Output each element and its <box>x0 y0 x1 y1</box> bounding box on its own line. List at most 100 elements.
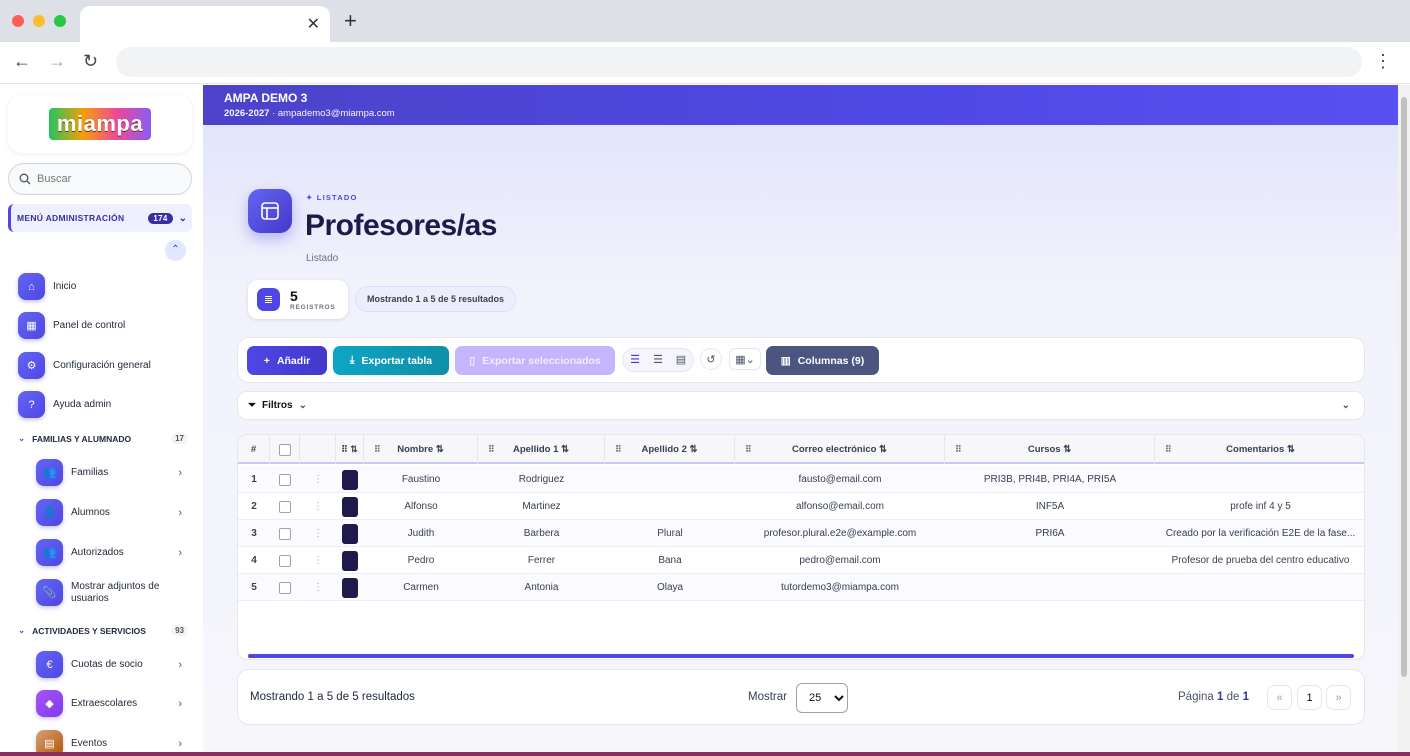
select-all-checkbox[interactable] <box>278 443 291 456</box>
table-row[interactable]: 4 Pedro Ferrer Bana pedro@email.com Profesor … <box>238 547 1364 574</box>
table-row[interactable]: 1 Faustino Rodriguez fausto@email.com PRI3B,… <box>238 466 1364 493</box>
col-header-apellido2[interactable]: ⠿ Apellido 2 ⇅ <box>605 435 735 464</box>
admin-menu-toggle[interactable]: MENÚ ADMINISTRACIÓN 174 ⌄ <box>8 204 192 232</box>
cell-email: profesor.plural.e2e@example.com <box>763 528 917 539</box>
density-normal-icon[interactable]: ☰ <box>647 348 669 370</box>
row-checkbox[interactable] <box>279 473 291 486</box>
col-header-select[interactable] <box>270 435 300 464</box>
sidebar-item-familias[interactable]: 👥 Familias › <box>36 459 186 486</box>
page-size-select[interactable]: 25 <box>796 683 848 713</box>
columns-button[interactable]: ▥ Columnas (9) <box>766 346 879 375</box>
add-button[interactable]: + Añadir <box>247 346 327 375</box>
browser-menu-icon[interactable]: ⋮ <box>1374 51 1392 72</box>
col-header-cursos[interactable]: ⠿ Cursos ⇅ <box>945 435 1155 464</box>
sidebar-item-help[interactable]: ? Ayuda admin <box>18 391 111 418</box>
section-count: 93 <box>171 625 188 636</box>
search-box[interactable] <box>8 163 192 195</box>
minimize-window-dot[interactable] <box>33 15 45 27</box>
main-content: AMPA DEMO 3 2026-2027 · ampademo3@miampa… <box>203 85 1398 752</box>
sidebar-item-eventos[interactable]: ▤ Eventos › <box>36 730 186 752</box>
row-select[interactable] <box>270 547 300 574</box>
avatar <box>342 577 358 598</box>
browser-tab[interactable]: ✕ <box>80 6 330 42</box>
page-indicator: Página 1 de 1 <box>1178 691 1249 703</box>
address-bar[interactable] <box>116 47 1362 77</box>
export-selected-button[interactable]: ▯ Exportar seleccionados <box>455 346 615 375</box>
reload-icon[interactable]: ↻ <box>83 51 98 71</box>
filters-bar[interactable]: ⏷ Filtros ⌄ ⌄ <box>237 391 1365 420</box>
page-1-button[interactable]: 1 <box>1297 685 1322 710</box>
table-row[interactable]: 3 Judith Barbera Plural profesor.plural.e2e@… <box>238 520 1364 547</box>
tab-close-icon[interactable]: ✕ <box>307 14 320 34</box>
section-actividades[interactable]: ⌄ ACTIVIDADES Y SERVICIOS 93 <box>18 625 188 636</box>
col-header-apellido1[interactable]: ⠿ Apellido 1 ⇅ <box>478 435 605 464</box>
user-icon: 👤 <box>36 499 63 526</box>
col-header-avatar[interactable]: ⠿ ⇅ <box>336 435 364 464</box>
expand-filters-icon[interactable]: ⌄ <box>1342 400 1350 411</box>
sidebar-item-panel[interactable]: ▦ Panel de control <box>18 312 125 339</box>
row-menu-icon[interactable]: ⋮ <box>300 574 336 601</box>
sidebar-item-alumnos[interactable]: 👤 Alumnos › <box>36 499 186 526</box>
row-select[interactable] <box>270 574 300 601</box>
school-year: 2026-2027 <box>224 108 270 119</box>
row-checkbox[interactable] <box>279 500 291 513</box>
col-header-comentarios[interactable]: ⠿ Comentarios ⇅ <box>1155 435 1364 464</box>
grid-view-icon[interactable]: ▦⌄ <box>729 348 761 370</box>
cell-cursos: PRI6A <box>1035 528 1065 539</box>
col-header-email[interactable]: ⠿ Correo electrónico ⇅ <box>735 435 945 464</box>
col-header-nombre[interactable]: ⠿ Nombre ⇅ <box>364 435 478 464</box>
row-avatar-cell <box>336 574 364 601</box>
cell-cursos: INF5A <box>1035 501 1065 512</box>
collapse-icon[interactable]: ⌃ <box>165 240 186 261</box>
next-page-button[interactable]: » <box>1326 685 1351 710</box>
sidebar-item-autorizados[interactable]: 👥 Autorizados › <box>36 539 186 566</box>
density-compact-icon[interactable]: ☰ <box>624 348 646 370</box>
row-menu-icon[interactable]: ⋮ <box>300 520 336 547</box>
sidebar-item-cuotas[interactable]: € Cuotas de socio › <box>36 651 186 678</box>
row-checkbox[interactable] <box>279 581 291 594</box>
drag-handle-icon[interactable]: ⠿ <box>488 444 495 455</box>
drag-handle-icon[interactable]: ⠿ <box>374 444 381 455</box>
drag-handle-icon[interactable]: ⠿ <box>745 444 752 455</box>
close-window-dot[interactable] <box>12 15 24 27</box>
row-select[interactable] <box>270 466 300 493</box>
page-scrollbar[interactable] <box>1398 85 1410 752</box>
forward-icon[interactable]: → <box>48 51 66 71</box>
new-tab-icon[interactable]: + <box>344 10 357 32</box>
table-row[interactable]: 2 Alfonso Martinez alfonso@email.com INF5A pr… <box>238 493 1364 520</box>
logo-card[interactable]: miampa <box>8 95 192 153</box>
sidebar-item-adjuntos[interactable]: 📎 Mostrar adjuntos de usuarios <box>36 579 186 606</box>
section-familias[interactable]: ⌄ FAMILIAS Y ALUMNADO 17 <box>18 433 188 444</box>
drag-handle-icon[interactable]: ⠿ <box>1165 444 1172 455</box>
cell-index: 4 <box>251 555 257 566</box>
row-menu-icon[interactable]: ⋮ <box>300 547 336 574</box>
sidebar-item-inicio[interactable]: ⌂ Inicio <box>18 273 76 300</box>
file-icon: ▯ <box>469 354 476 367</box>
scrollbar-thumb[interactable] <box>1401 97 1407 677</box>
row-select[interactable] <box>270 493 300 520</box>
cell-index: 5 <box>251 582 257 593</box>
density-wide-icon[interactable]: ▤ <box>670 348 692 370</box>
cell-nombre: Carmen <box>403 582 439 593</box>
prev-page-button[interactable]: « <box>1267 685 1292 710</box>
export-table-button[interactable]: ⤓ Exportar tabla <box>333 346 449 375</box>
maximize-window-dot[interactable] <box>54 15 66 27</box>
sidebar-item-config[interactable]: ⚙ Configuración general <box>18 352 151 379</box>
search-input[interactable] <box>37 173 177 185</box>
row-menu-icon[interactable]: ⋮ <box>300 493 336 520</box>
row-checkbox[interactable] <box>279 527 291 540</box>
drag-handle-icon[interactable]: ⠿ <box>955 444 962 455</box>
horizontal-scrollbar[interactable] <box>248 654 1354 658</box>
reset-icon[interactable]: ↺ <box>700 348 722 370</box>
back-icon[interactable]: ← <box>13 51 31 71</box>
filter-icon: ⏷ <box>248 400 256 411</box>
cell-nombre: Faustino <box>401 474 441 485</box>
cell-apellido2: Plural <box>657 528 683 539</box>
row-menu-icon[interactable]: ⋮ <box>300 466 336 493</box>
row-checkbox[interactable] <box>279 554 291 567</box>
section-label: FAMILIAS Y ALUMNADO <box>32 433 132 444</box>
sidebar-item-extraescolares[interactable]: ◆ Extraescolares › <box>36 690 186 717</box>
table-row[interactable]: 5 Carmen Antonia Olaya tutordemo3@miampa.com… <box>238 574 1364 601</box>
drag-handle-icon[interactable]: ⠿ <box>615 444 622 455</box>
row-select[interactable] <box>270 520 300 547</box>
